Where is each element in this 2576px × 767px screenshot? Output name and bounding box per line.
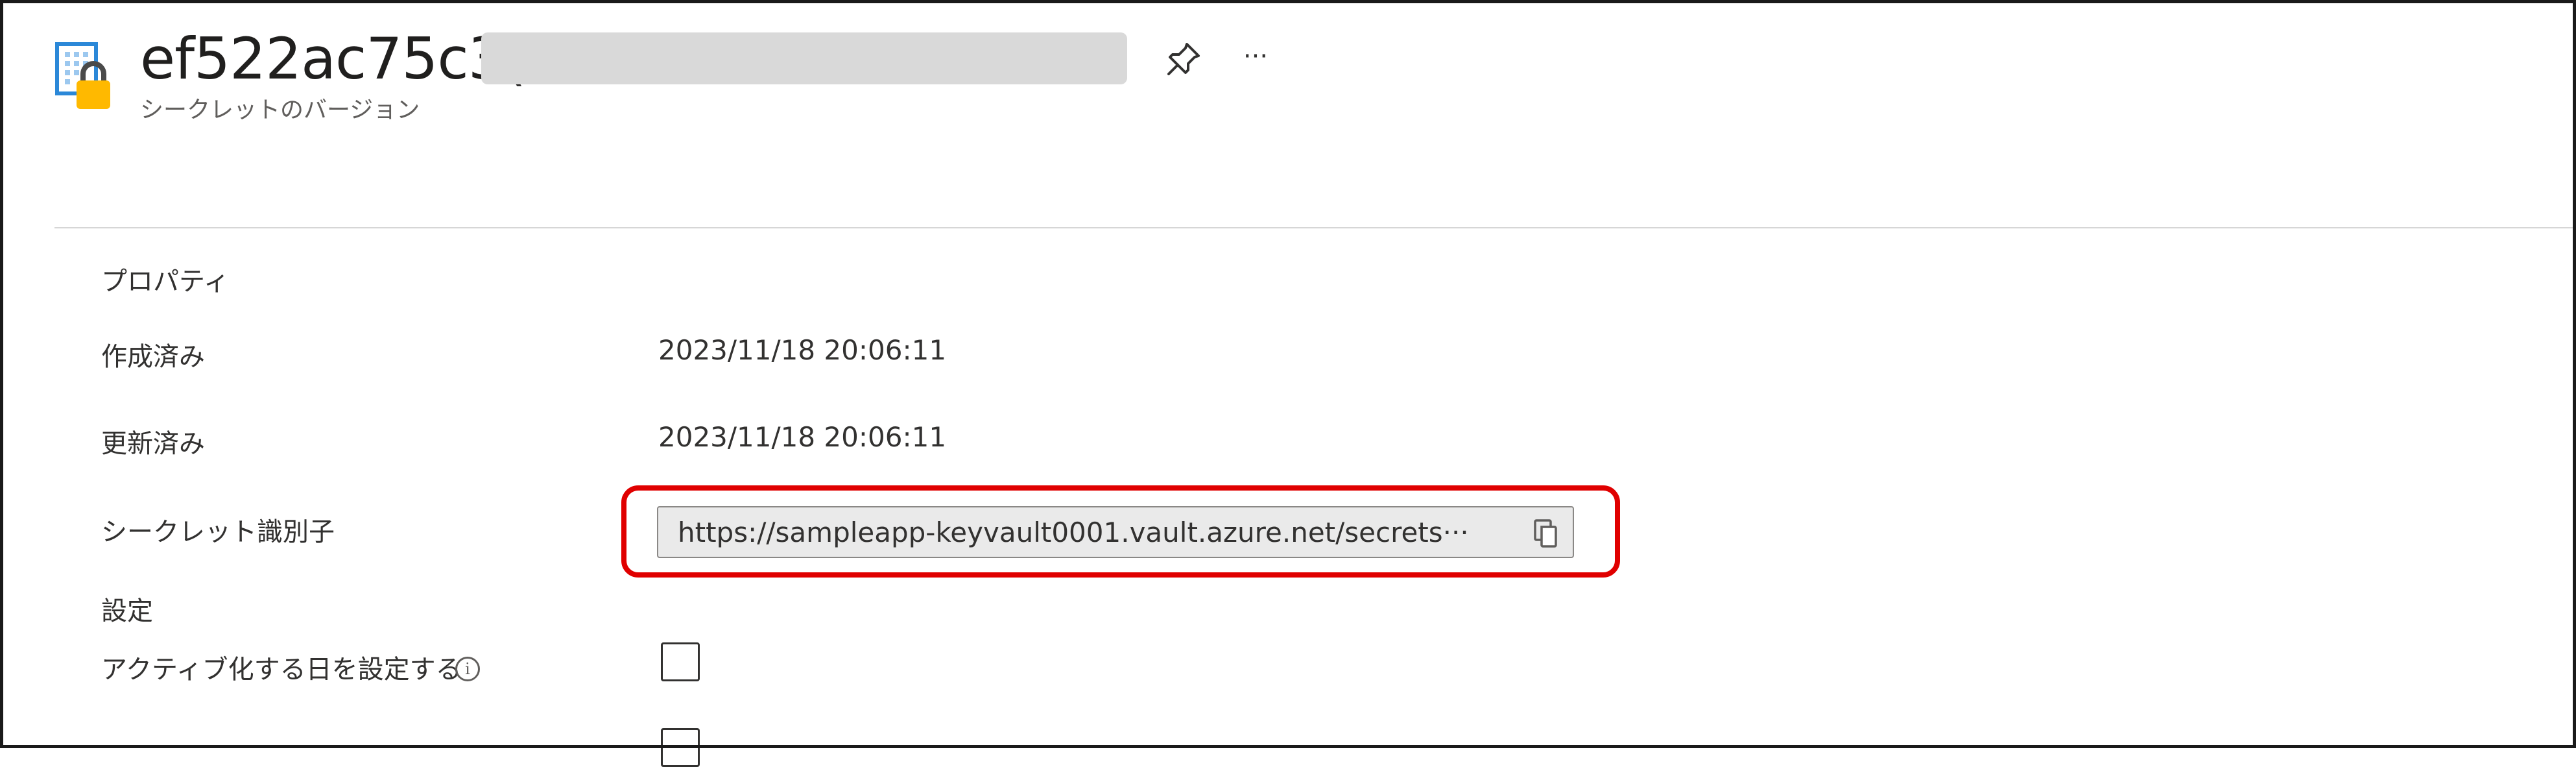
header-divider [54, 227, 2576, 228]
redacted-title-area [481, 32, 1127, 84]
settings-heading: 設定 [101, 596, 153, 626]
more-options-button[interactable]: ··· [1232, 35, 1279, 78]
properties-heading: プロパティ [101, 267, 230, 297]
updated-value: 2023/11/18 20:06:11 [658, 421, 947, 453]
page-subtitle: シークレットのバージョン [140, 97, 420, 123]
pin-icon [1167, 43, 1200, 75]
copy-button[interactable] [1531, 518, 1561, 549]
created-value: 2023/11/18 20:06:11 [658, 334, 947, 366]
pin-button[interactable] [1162, 38, 1205, 80]
expiration-date-checkbox[interactable] [661, 728, 700, 767]
activation-date-checkbox[interactable] [661, 642, 700, 681]
copy-icon [1534, 519, 1557, 548]
page-title: ef522ac75c3( [140, 25, 526, 92]
secret-identifier-value: https://sampleapp-keyvault0001.vault.azu… [678, 517, 1469, 548]
key-vault-secret-lock-icon [54, 40, 122, 112]
secret-identifier-field[interactable]: https://sampleapp-keyvault0001.vault.azu… [657, 506, 1574, 558]
created-label: 作成済み [101, 342, 205, 372]
activation-date-label: アクティブ化する日を設定する [101, 655, 462, 685]
updated-label: 更新済み [101, 429, 205, 459]
secret-identifier-label: シークレット識別子 [101, 517, 335, 547]
info-icon[interactable]: i [455, 657, 480, 681]
